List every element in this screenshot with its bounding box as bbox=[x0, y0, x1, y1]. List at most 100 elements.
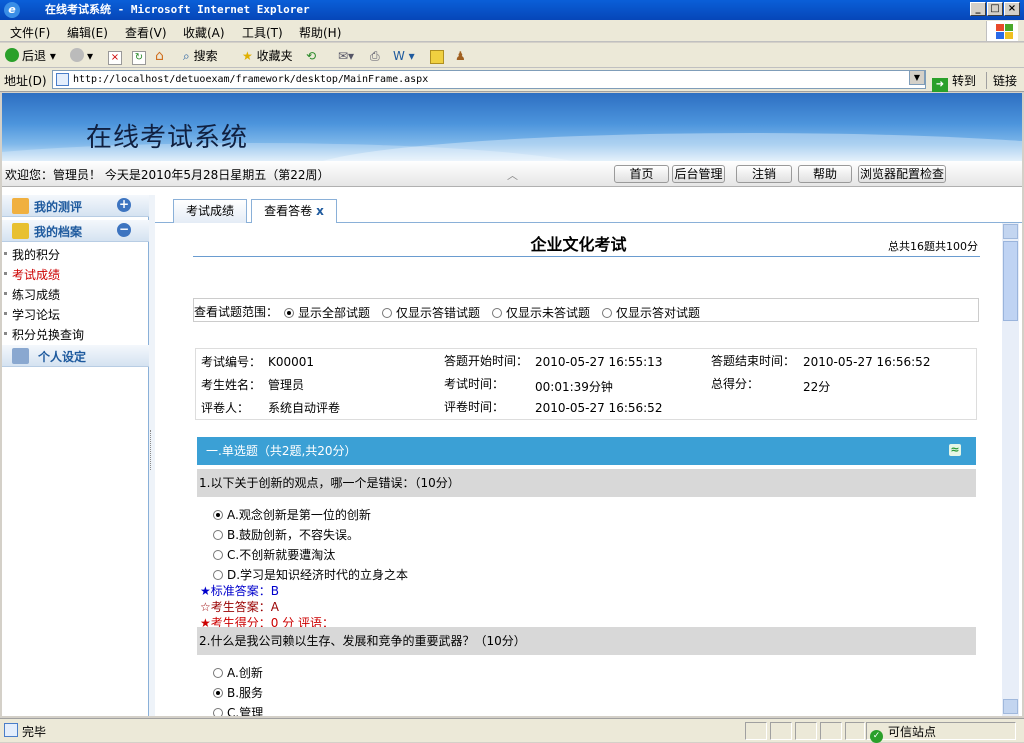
go-button[interactable]: ➜ 转到 bbox=[932, 72, 976, 92]
page-icon bbox=[56, 73, 69, 86]
range-correct[interactable]: 仅显示答对试题 bbox=[602, 304, 700, 321]
sidebar-item-exam-scores[interactable]: 考试成绩 bbox=[3, 266, 60, 283]
toolbar: 后退 ▾ ▾ × ↻ ⌂ ⌕ 搜索 ★ 收藏夹 ⟲ ✉▾ ⎙ W ▾ ♟ bbox=[0, 43, 1024, 68]
collapse-section-icon[interactable]: ≈ bbox=[949, 444, 961, 456]
expand-icon[interactable]: + bbox=[117, 198, 131, 212]
tab-bar: 考试成绩 查看答卷 x bbox=[155, 195, 1022, 224]
collapse-up-icon[interactable]: ︿ bbox=[507, 167, 518, 183]
exam-total: 总共16题共100分 bbox=[888, 240, 978, 253]
banner: 在线考试系统 bbox=[2, 93, 1022, 161]
back-button[interactable]: 后退 ▾ bbox=[5, 47, 56, 65]
answer-sheet: 企业文化考试 总共16题共100分 查看试题范围： 显示全部试题 仅显示答错试题… bbox=[155, 223, 1002, 716]
sidebar-item-points[interactable]: 我的积分 bbox=[3, 246, 60, 263]
sidebar-section-archive[interactable]: 我的档案 − bbox=[2, 220, 149, 242]
radio-icon[interactable] bbox=[213, 668, 223, 678]
tab-close-icon[interactable]: x bbox=[316, 204, 324, 218]
range-wrong[interactable]: 仅显示答错试题 bbox=[382, 304, 480, 321]
forward-button[interactable]: ▾ bbox=[70, 47, 93, 65]
radio-icon[interactable] bbox=[213, 530, 223, 540]
radio-icon[interactable] bbox=[213, 708, 223, 716]
welcome-text: 欢迎您：管理员！ 今天是2010年5月28日星期五（第22周） bbox=[5, 168, 330, 182]
radio-icon[interactable] bbox=[602, 308, 612, 318]
minimize-button[interactable]: _ bbox=[970, 2, 986, 16]
discuss-icon[interactable] bbox=[430, 50, 444, 64]
grade-time: 2010-05-27 16:56:52 bbox=[535, 401, 663, 415]
student-name: 管理员 bbox=[268, 378, 305, 392]
exam-info: 考试编号： K00001 答题开始时间： 2010-05-27 16:55:13… bbox=[195, 348, 977, 420]
menu-bar: 文件(F) 编辑(E) 查看(V) 收藏(A) 工具(T) 帮助(H) bbox=[0, 20, 1024, 42]
mail-icon[interactable]: ✉▾ bbox=[338, 47, 354, 65]
q1-user-answer: ☆考生答案：A bbox=[200, 600, 279, 614]
section-header: 一.单选题（共2题,共20分） ≈ bbox=[197, 437, 976, 465]
radio-icon[interactable] bbox=[213, 688, 223, 698]
menu-file[interactable]: 文件(F) bbox=[10, 24, 50, 41]
stop-icon[interactable]: × bbox=[108, 51, 122, 65]
scroll-up-icon[interactable] bbox=[1003, 224, 1018, 239]
total-score: 22分 bbox=[803, 380, 831, 394]
radio-icon[interactable] bbox=[492, 308, 502, 318]
question-1: 1.以下关于创新的观点，哪一个是错误：（10分） bbox=[197, 469, 976, 497]
search-icon: ⌕ bbox=[183, 49, 190, 63]
sidebar-item-points-exchange[interactable]: 积分兑换查询 bbox=[3, 326, 84, 343]
q2-option-a[interactable]: A.创新 bbox=[213, 664, 263, 681]
scroll-down-icon[interactable] bbox=[1003, 699, 1018, 714]
sidebar-section-settings[interactable]: 个人设定 bbox=[2, 345, 149, 367]
logout-button[interactable]: 注销 bbox=[736, 165, 792, 183]
refresh-icon[interactable]: ↻ bbox=[132, 51, 146, 65]
info-bar: 欢迎您：管理员！ 今天是2010年5月28日星期五（第22周） ︿ 首页 后台管… bbox=[2, 161, 1022, 187]
browser-check-button[interactable]: 浏览器配置检查 bbox=[858, 165, 946, 183]
address-dropdown-icon[interactable]: ▼ bbox=[909, 70, 925, 85]
collapse-icon[interactable]: − bbox=[117, 223, 131, 237]
radio-icon[interactable] bbox=[213, 550, 223, 560]
security-zone: ✓ 可信站点 bbox=[870, 723, 936, 743]
q2-option-c[interactable]: C.管理 bbox=[213, 704, 263, 716]
scroll-thumb[interactable] bbox=[1003, 241, 1018, 321]
home-button[interactable]: 首页 bbox=[614, 165, 669, 183]
sidebar-section-evaluation[interactable]: 我的测评 + bbox=[2, 195, 149, 217]
favorites-button[interactable]: ★ 收藏夹 bbox=[242, 47, 293, 65]
links-button[interactable]: 链接 bbox=[986, 72, 1017, 89]
q2-option-b[interactable]: B.服务 bbox=[213, 684, 263, 701]
maximize-button[interactable]: □ bbox=[987, 2, 1003, 16]
sidebar-item-practice-scores[interactable]: 练习成绩 bbox=[3, 286, 60, 303]
check-icon: ✓ bbox=[870, 730, 883, 743]
search-button[interactable]: ⌕ 搜索 bbox=[183, 47, 218, 65]
window-title: 在线考试系统 - Microsoft Internet Explorer bbox=[45, 3, 310, 16]
home-icon[interactable]: ⌂ bbox=[155, 47, 164, 65]
print-icon[interactable]: ⎙ bbox=[370, 47, 380, 65]
tab-exam-scores[interactable]: 考试成绩 bbox=[173, 199, 247, 223]
go-arrow-icon: ➜ bbox=[932, 78, 948, 92]
menu-favorites[interactable]: 收藏(A) bbox=[183, 24, 225, 41]
q1-option-d[interactable]: D.学习是知识经济时代的立身之本 bbox=[213, 566, 408, 583]
q1-option-c[interactable]: C.不创新就要遭淘汰 bbox=[213, 546, 335, 563]
menu-view[interactable]: 查看(V) bbox=[125, 24, 167, 41]
range-all[interactable]: 显示全部试题 bbox=[284, 304, 370, 321]
menu-tools[interactable]: 工具(T) bbox=[242, 24, 283, 41]
address-input[interactable]: http://localhost/detuoexam/framework/des… bbox=[52, 70, 926, 89]
status-bar: 完毕 ✓ 可信站点 bbox=[0, 718, 1024, 743]
sidebar-item-forum[interactable]: 学习论坛 bbox=[3, 306, 60, 323]
radio-icon[interactable] bbox=[382, 308, 392, 318]
ie-logo-icon: e bbox=[4, 2, 20, 18]
range-label: 查看试题范围： bbox=[194, 305, 279, 319]
close-button[interactable]: × bbox=[1004, 2, 1020, 16]
history-icon[interactable]: ⟲ bbox=[306, 47, 316, 65]
messenger-icon[interactable]: ♟ bbox=[455, 47, 466, 65]
edit-icon[interactable]: W ▾ bbox=[393, 47, 415, 65]
q1-option-b[interactable]: B.鼓励创新，不容失误。 bbox=[213, 526, 359, 543]
vertical-scrollbar[interactable] bbox=[1002, 223, 1019, 716]
radio-icon[interactable] bbox=[284, 308, 294, 318]
menu-edit[interactable]: 编辑(E) bbox=[67, 24, 108, 41]
browser-content: 在线考试系统 欢迎您：管理员！ 今天是2010年5月28日星期五（第22周） ︿… bbox=[2, 93, 1022, 716]
range-filter: 查看试题范围： 显示全部试题 仅显示答错试题 仅显示未答试题 仅显示答对试题 bbox=[193, 298, 979, 322]
forward-arrow-icon bbox=[70, 48, 84, 62]
admin-button[interactable]: 后台管理 bbox=[672, 165, 725, 183]
menu-help[interactable]: 帮助(H) bbox=[299, 24, 341, 41]
radio-icon[interactable] bbox=[213, 510, 223, 520]
help-button[interactable]: 帮助 bbox=[798, 165, 852, 183]
range-unanswered[interactable]: 仅显示未答试题 bbox=[492, 304, 590, 321]
address-bar: 地址(D) http://localhost/detuoexam/framewo… bbox=[0, 68, 1024, 92]
q1-option-a[interactable]: A.观念创新是第一位的创新 bbox=[213, 506, 371, 523]
tab-view-answers[interactable]: 查看答卷 x bbox=[251, 199, 337, 224]
radio-icon[interactable] bbox=[213, 570, 223, 580]
